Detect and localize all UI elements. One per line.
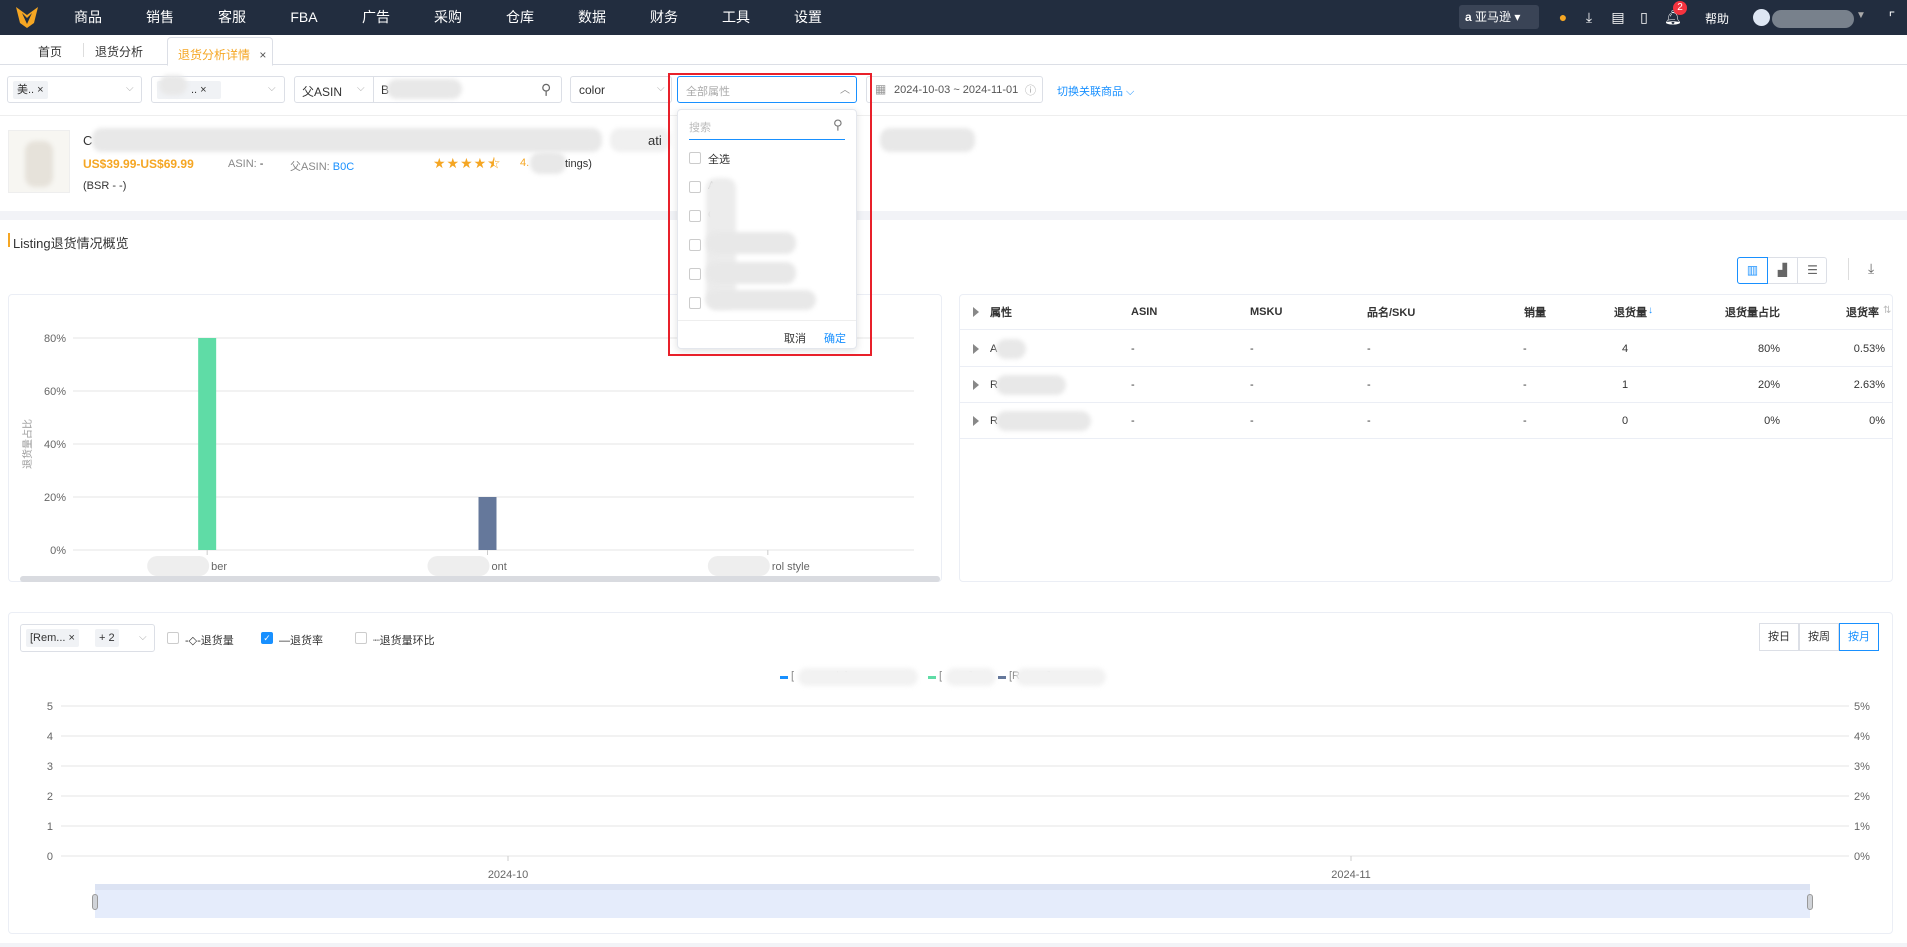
- slider-handle-right[interactable]: [1807, 894, 1813, 910]
- y-right-tick-label: 3%: [1854, 761, 1870, 773]
- y-left-tick-label: 5: [47, 701, 53, 713]
- y-right-tick-label: 1%: [1854, 821, 1870, 833]
- checkbox[interactable]: [689, 152, 701, 164]
- x-tick-label: 2024-11: [1331, 869, 1371, 881]
- x-tick-label: 2024-10: [488, 869, 528, 881]
- y-right-tick-label: 0%: [1854, 851, 1870, 863]
- checkbox[interactable]: [689, 181, 701, 193]
- y-left-tick-label: 2: [47, 791, 53, 803]
- datazoom-slider[interactable]: [92, 884, 1813, 918]
- checkbox[interactable]: [689, 239, 701, 251]
- y-left-tick-label: 4: [47, 731, 53, 743]
- y-right-tick-label: 4%: [1854, 731, 1870, 743]
- y-right-tick-label: 2%: [1854, 791, 1870, 803]
- y-left-tick-label: 0: [47, 851, 53, 863]
- slider-handle-left[interactable]: [92, 894, 98, 910]
- checkbox[interactable]: [689, 268, 701, 280]
- checkbox[interactable]: [689, 210, 701, 222]
- y-left-tick-label: 1: [47, 821, 53, 833]
- y-left-tick-label: 3: [47, 761, 53, 773]
- granularity-button[interactable]: 按月: [1839, 623, 1879, 651]
- trend-chart: 0 0% 1 1% 2 2% 3 3% 4 4% 5 5% 2024-10 2024-11: [47, 701, 1870, 881]
- y-right-tick-label: 5%: [1854, 701, 1870, 713]
- checkbox[interactable]: [689, 297, 701, 309]
